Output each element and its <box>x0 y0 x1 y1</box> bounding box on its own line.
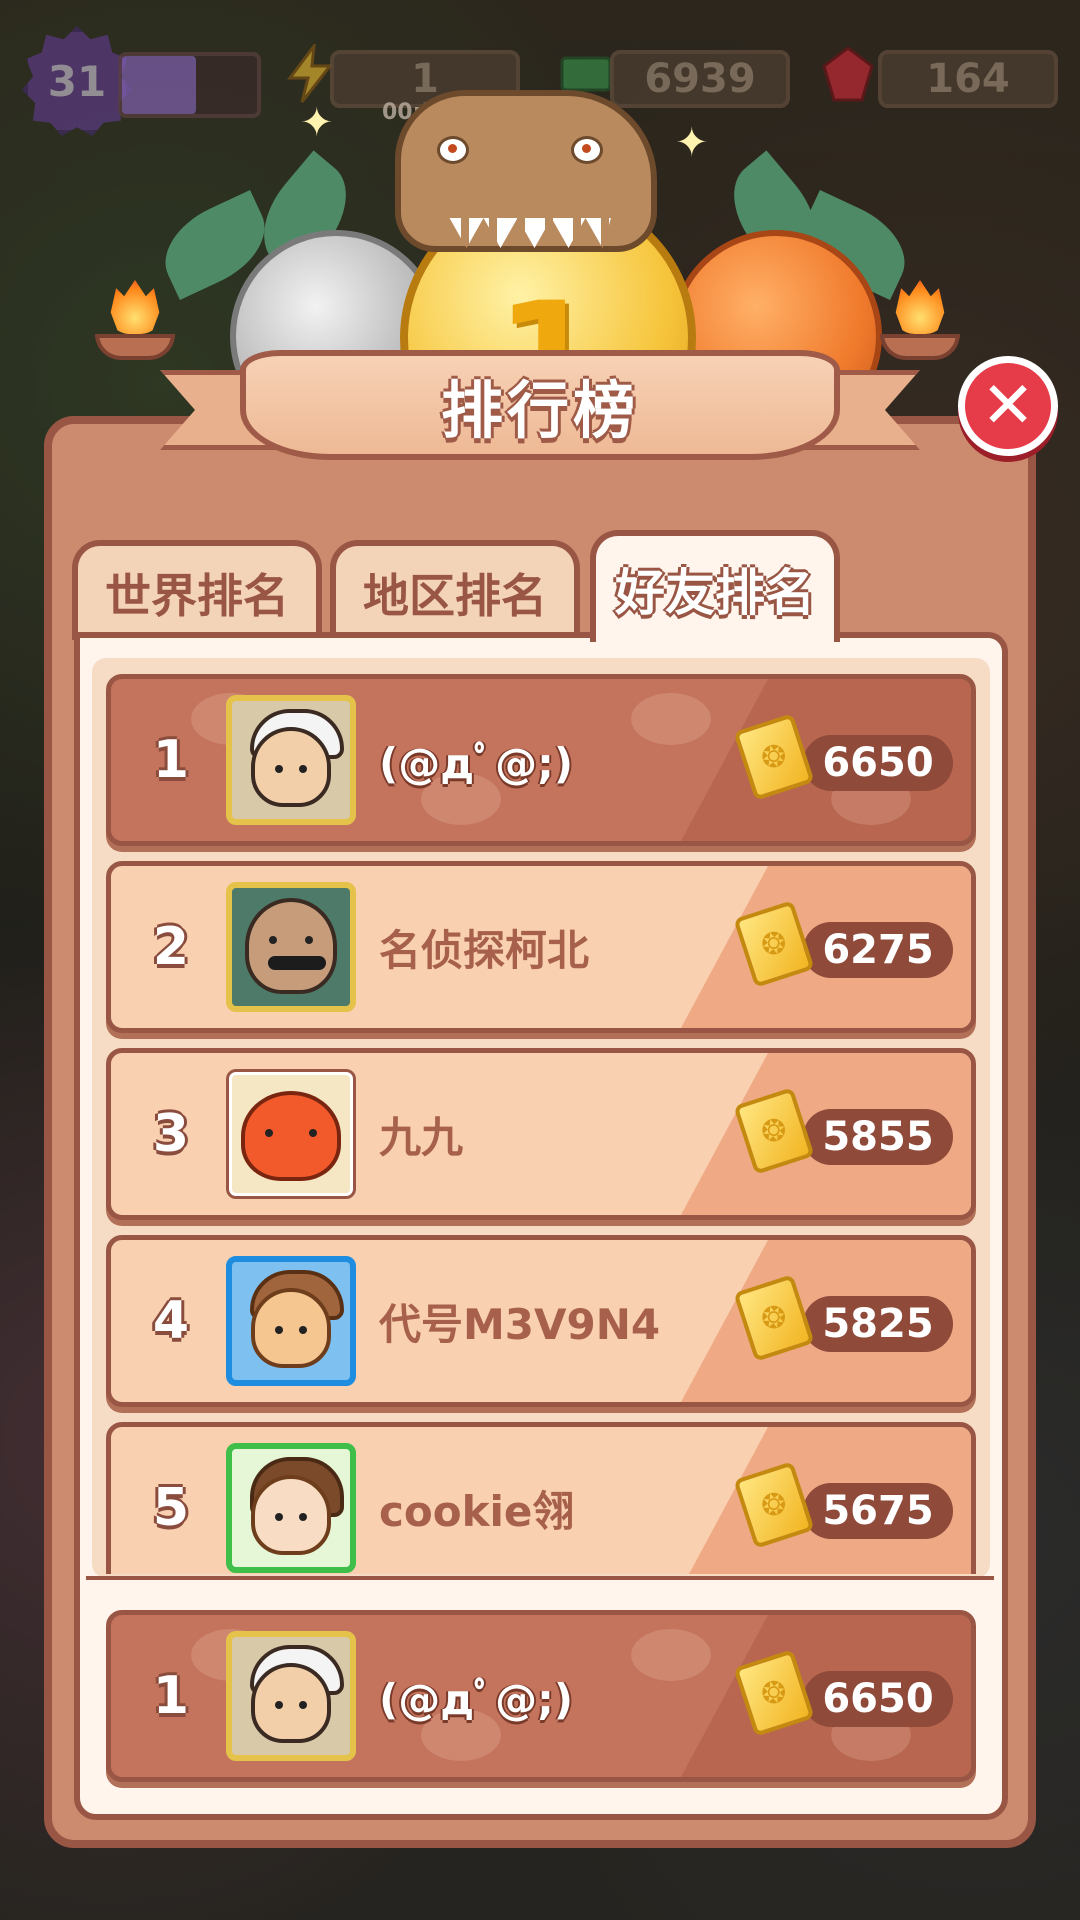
score-value: 6650 <box>803 1671 953 1727</box>
ticket-icon: ❂ <box>733 713 815 801</box>
avatar[interactable] <box>226 1069 356 1199</box>
ticket-icon: ❂ <box>733 1087 815 1175</box>
ticket-icon: ❂ <box>733 900 815 988</box>
page-title: 排行榜 <box>440 374 639 447</box>
list-item[interactable]: 4 代号M3V9N4 5825 ❂ <box>106 1235 976 1407</box>
player-name: (@дﾟ@;) <box>379 738 574 788</box>
close-button[interactable]: ✕ <box>958 356 1058 456</box>
score-value: 5855 <box>803 1109 953 1165</box>
list-item[interactable]: 2 名侦探柯北 6275 ❂ <box>106 861 976 1033</box>
my-rank-row[interactable]: 1 (@дﾟ@;) 6650 ❂ <box>106 1610 976 1782</box>
score-value: 5825 <box>803 1296 953 1352</box>
rank-number: 3 <box>152 1104 190 1164</box>
score-value: 5675 <box>803 1483 953 1539</box>
rank-number: 4 <box>152 1291 190 1351</box>
ranking-tabs: 世界排名 地区排名 好友排名 <box>72 530 852 642</box>
sparkle-icon: ✦ <box>300 100 334 146</box>
list-item[interactable]: 5 cookie翎 5675 ❂ <box>106 1422 976 1574</box>
sparkle-icon: ✦ <box>675 120 709 166</box>
score-value: 6275 <box>803 922 953 978</box>
tab-world-ranking[interactable]: 世界排名 <box>72 540 322 640</box>
list-divider <box>86 1576 994 1580</box>
torch-icon <box>95 280 175 360</box>
avatar[interactable] <box>226 695 356 825</box>
ticket-icon: ❂ <box>733 1461 815 1549</box>
title-ribbon: 排行榜 <box>160 350 920 470</box>
rank-number: 1 <box>152 1666 190 1726</box>
avatar[interactable] <box>226 882 356 1012</box>
score: 5825 ❂ <box>733 1274 953 1362</box>
ranking-list[interactable]: 1 (@дﾟ@;) 6650 ❂ 2 名侦探柯北 6275 ❂ 3 九九 585… <box>92 668 990 1574</box>
player-name: 名侦探柯北 <box>379 925 590 975</box>
player-name: 九九 <box>379 1112 464 1162</box>
rank-number: 1 <box>152 730 190 790</box>
list-item[interactable]: 3 九九 5855 ❂ <box>106 1048 976 1220</box>
dinosaur-mascot-icon <box>395 90 657 252</box>
tab-friend-ranking[interactable]: 好友排名 <box>590 530 840 642</box>
score: 5675 ❂ <box>733 1461 953 1549</box>
list-item[interactable]: 1 (@дﾟ@;) 6650 ❂ <box>106 674 976 846</box>
torch-icon <box>880 280 960 360</box>
score: 6275 ❂ <box>733 900 953 988</box>
player-name: 代号M3V9N4 <box>379 1299 661 1349</box>
rank-number: 2 <box>152 917 190 977</box>
score: 6650 ❂ <box>733 713 953 801</box>
avatar[interactable] <box>226 1631 356 1761</box>
score: 5855 ❂ <box>733 1087 953 1175</box>
ticket-icon: ❂ <box>733 1649 815 1737</box>
score-value: 6650 <box>803 735 953 791</box>
tab-region-ranking[interactable]: 地区排名 <box>330 540 580 640</box>
player-name: (@дﾟ@;) <box>379 1674 574 1724</box>
score: 6650 ❂ <box>733 1649 953 1737</box>
avatar[interactable] <box>226 1443 356 1573</box>
avatar[interactable] <box>226 1256 356 1386</box>
ticket-icon: ❂ <box>733 1274 815 1362</box>
player-name: cookie翎 <box>379 1486 575 1536</box>
rank-number: 5 <box>152 1478 190 1538</box>
